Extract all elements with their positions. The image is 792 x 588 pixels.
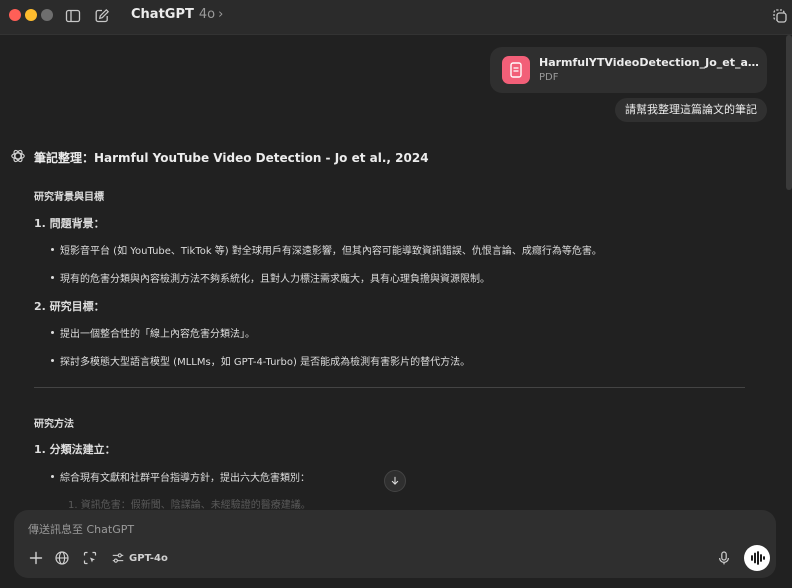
screen-capture-icon[interactable] (82, 550, 98, 566)
user-message: 請幫我整理這篇論文的筆記 (615, 98, 767, 122)
message-composer[interactable]: 傳送訊息至 ChatGPT GPT-4o (14, 510, 776, 578)
bullet-text: 綜合現有文獻和社群平台指導方針，提出六大危害類別： (60, 473, 310, 484)
scrollbar[interactable] (786, 35, 792, 190)
arrow-down-icon (391, 476, 399, 485)
voice-mode-button[interactable] (744, 545, 770, 571)
section-title-background: 研究背景與目標 (34, 192, 104, 203)
app-name: ChatGPT (131, 7, 194, 22)
file-icon (502, 56, 530, 84)
list-item-research-goals: 2. 研究目標： (34, 300, 105, 313)
zoom-window-button[interactable] (41, 9, 53, 21)
temporary-chat-icon[interactable] (772, 8, 788, 24)
bullet (51, 475, 54, 478)
close-window-button[interactable] (9, 9, 21, 21)
bullet (51, 331, 54, 334)
bullet-text: 提出一個整合性的「線上內容危害分類法」。 (60, 329, 255, 340)
plus-icon[interactable] (28, 550, 44, 566)
section-divider (34, 387, 745, 388)
message-input[interactable]: 傳送訊息至 ChatGPT (28, 521, 134, 537)
sliders-icon (112, 553, 124, 563)
response-heading: 筆記整理：Harmful YouTube Video Detection - J… (34, 151, 429, 165)
model-selector[interactable]: ChatGPT 4o › (131, 7, 223, 22)
model-picker-button[interactable]: GPT-4o (111, 548, 168, 568)
scroll-to-bottom-button[interactable] (384, 470, 406, 492)
bullet-text: 探討多模態大型語言模型 (MLLMs，如 GPT-4-Turbo) 是否能成為檢… (60, 357, 471, 368)
bullet-text: 現有的危害分類與內容檢測方法不夠系統化，且對人力標注需求龐大，具有心理負擔與資源… (60, 274, 490, 285)
new-chat-icon[interactable] (94, 8, 110, 24)
model-picker-label: GPT-4o (129, 552, 168, 564)
chevron-right-icon: › (218, 7, 224, 22)
document-icon (510, 62, 522, 78)
chatgpt-logo-icon (11, 149, 25, 163)
file-name: HarmfulYTVideoDetection_Jo_et_al_202... (539, 56, 759, 69)
section-title-methods: 研究方法 (34, 419, 74, 430)
file-type: PDF (539, 72, 559, 83)
sidebar-toggle-icon[interactable] (65, 8, 81, 24)
minimize-window-button[interactable] (25, 9, 37, 21)
bullet-text: 短影音平台 (如 YouTube、TikTok 等) 對全球用戶有深遠影響，但其… (60, 246, 602, 257)
bullet (51, 359, 54, 362)
list-item-taxonomy: 1. 分類法建立： (34, 443, 116, 456)
bullet (51, 276, 54, 279)
model-version: 4o (198, 7, 216, 22)
file-attachment[interactable]: HarmfulYTVideoDetection_Jo_et_al_202... … (490, 47, 767, 93)
title-bar: ChatGPT 4o › (0, 0, 792, 35)
conversation-area[interactable]: HarmfulYTVideoDetection_Jo_et_al_202... … (0, 35, 792, 510)
bullet (51, 248, 54, 251)
waveform-icon (751, 551, 765, 565)
sub-list-item: 1. 資訊危害：假新聞、陰謀論、未經驗證的醫療建議。 (68, 500, 311, 510)
globe-icon[interactable] (54, 550, 70, 566)
microphone-icon[interactable] (716, 550, 732, 566)
list-item-problem-background: 1. 問題背景： (34, 217, 105, 230)
